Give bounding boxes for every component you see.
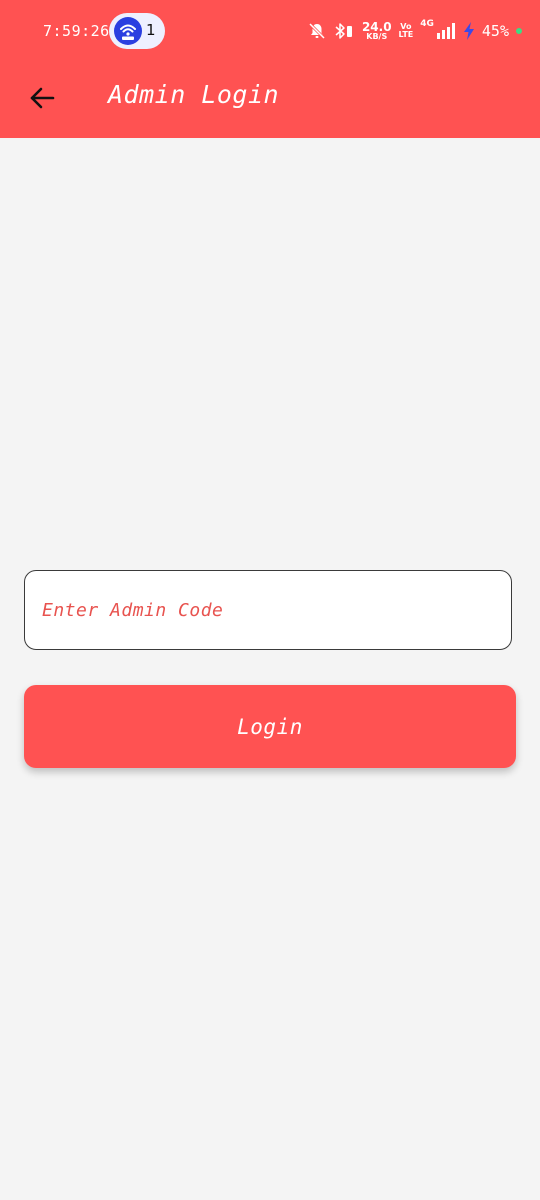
status-bar: 7:59:26 1 24.0 KB/S Vo LTE 4G 45%	[0, 0, 540, 64]
charging-bolt-icon	[463, 22, 474, 40]
wifi-hotspot-icon	[114, 17, 142, 45]
volte-indicator: Vo LTE	[399, 23, 414, 39]
page-title: Admin Login	[108, 80, 280, 109]
status-time: 7:59:26	[43, 22, 110, 40]
hotspot-indicator[interactable]: 1	[109, 13, 165, 49]
app-header: 7:59:26 1 24.0 KB/S Vo LTE 4G 45% Admin …	[0, 0, 540, 138]
status-icons: 24.0 KB/S Vo LTE 4G 45%	[308, 18, 522, 44]
network-speed: 24.0 KB/S	[362, 21, 392, 41]
back-button[interactable]	[22, 78, 62, 118]
network-type: 4G	[420, 19, 434, 29]
volte-bottom: LTE	[398, 30, 414, 39]
arrow-left-icon	[30, 87, 55, 109]
network-speed-unit: KB/S	[366, 32, 388, 41]
mute-bell-icon	[308, 22, 325, 40]
admin-code-input[interactable]	[25, 571, 511, 649]
battery-percent: 45%	[481, 22, 509, 40]
admin-code-field[interactable]	[24, 570, 512, 650]
login-button[interactable]: Login	[24, 685, 516, 768]
signal-icon	[436, 23, 455, 39]
hotspot-count: 1	[146, 21, 156, 39]
bluetooth-icon	[335, 23, 352, 39]
privacy-indicator-dot	[516, 28, 522, 34]
